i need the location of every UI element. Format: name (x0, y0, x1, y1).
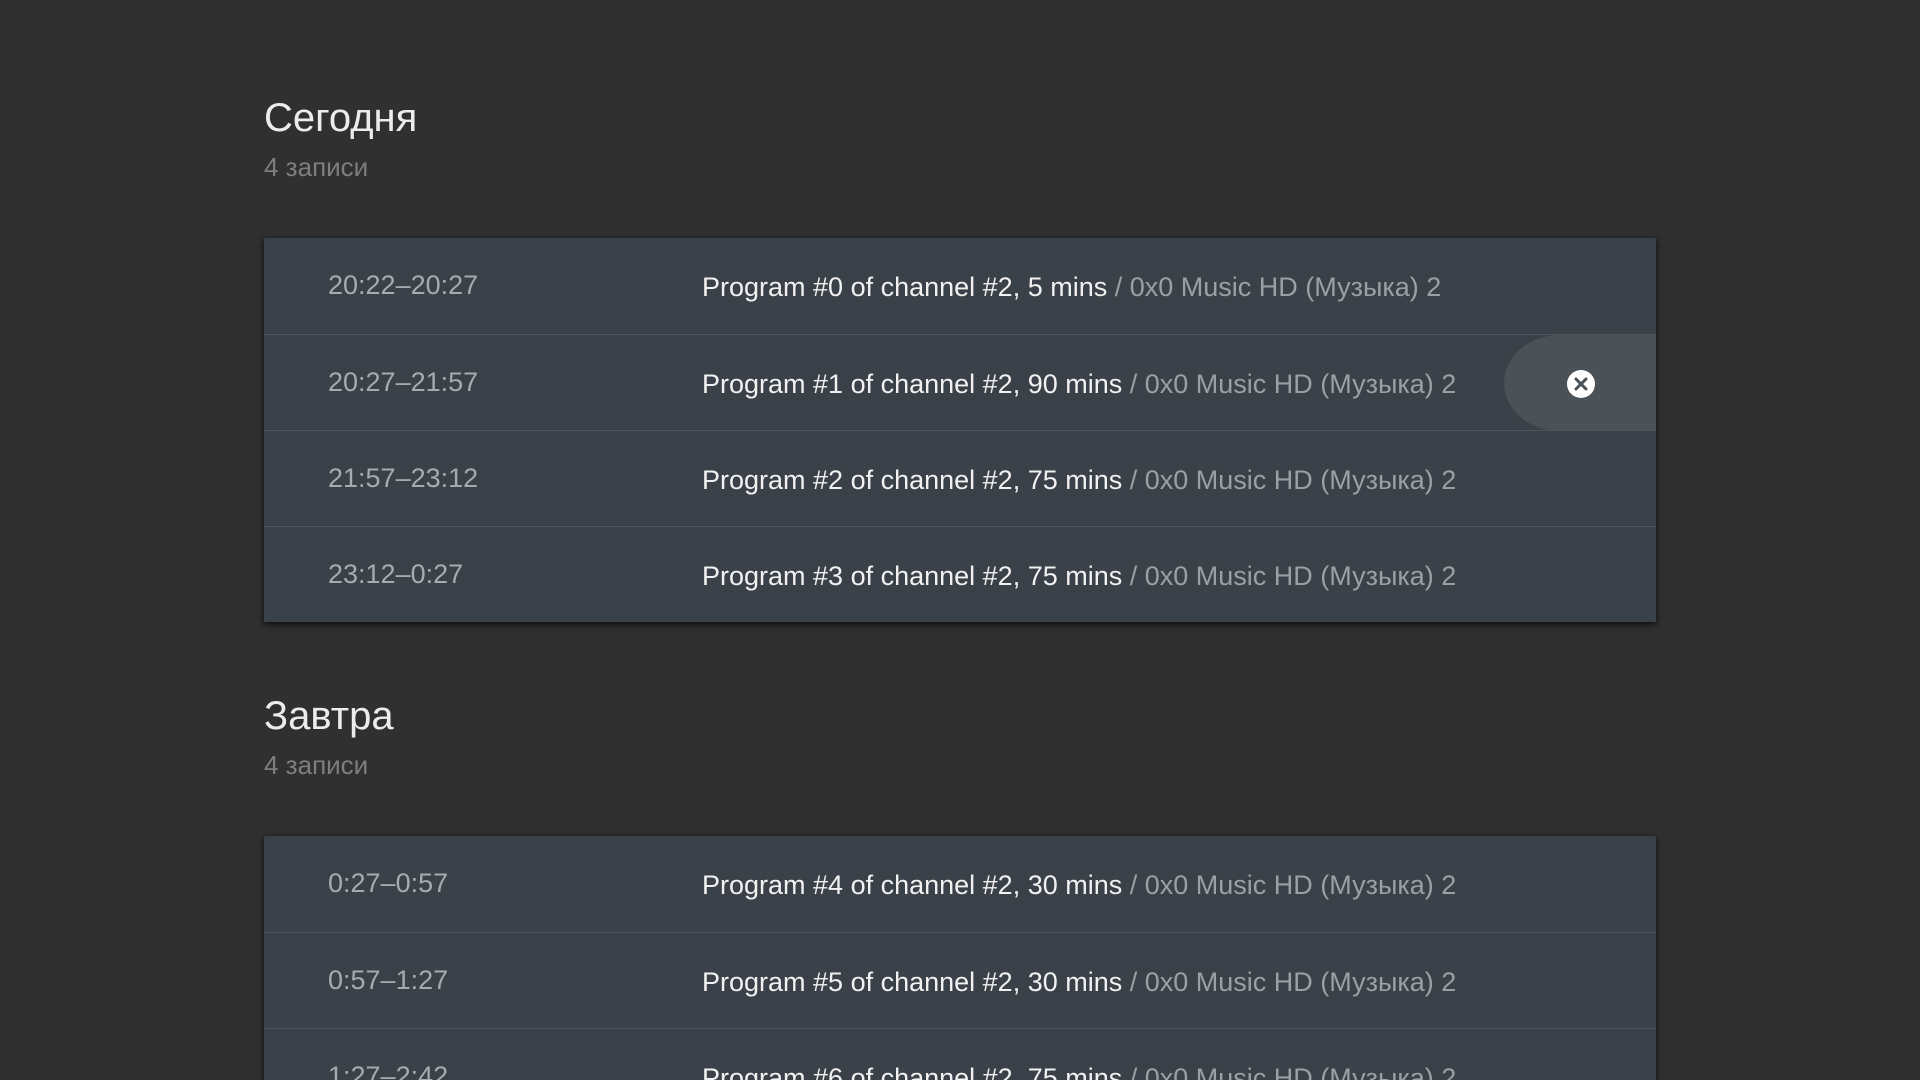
recordings-list: 20:22–20:27 Program #0 of channel #2, 5 … (264, 238, 1656, 622)
time-range: 21:57–23:12 (328, 463, 479, 493)
channel-name: 0x0 Music HD (Музыка) 2 (1144, 967, 1457, 997)
program-info: Program #1 of channel #2, 90 mins / 0x0 … (702, 367, 1456, 401)
list-item[interactable]: 20:22–20:27 Program #0 of channel #2, 5 … (264, 238, 1656, 334)
program-info: Program #5 of channel #2, 30 mins / 0x0 … (702, 965, 1456, 999)
separator: / (1107, 272, 1130, 302)
time-range: 20:27–21:57 (328, 367, 479, 397)
time-range: 0:27–0:57 (328, 868, 449, 898)
separator: / (1122, 1063, 1145, 1080)
channel-name: 0x0 Music HD (Музыка) 2 (1144, 465, 1457, 495)
separator: / (1122, 465, 1145, 495)
program-title: Program #1 of channel #2, 90 mins (702, 369, 1123, 399)
program-title: Program #0 of channel #2, 5 mins (702, 272, 1108, 302)
program-info: Program #2 of channel #2, 75 mins / 0x0 … (702, 463, 1456, 497)
time-range: 20:22–20:27 (328, 270, 479, 300)
separator: / (1122, 369, 1145, 399)
channel-name: 0x0 Music HD (Музыка) 2 (1144, 561, 1457, 591)
list-item[interactable]: 0:57–1:27 Program #5 of channel #2, 30 m… (264, 932, 1656, 1028)
section-count: 4 записи (264, 152, 369, 182)
section-title: Завтра (264, 694, 394, 738)
program-info: Program #4 of channel #2, 30 mins / 0x0 … (702, 868, 1456, 902)
list-item[interactable]: 21:57–23:12 Program #2 of channel #2, 75… (264, 430, 1656, 526)
close-circle-icon (1567, 370, 1595, 398)
program-title: Program #5 of channel #2, 30 mins (702, 967, 1123, 997)
separator: / (1122, 967, 1145, 997)
program-title: Program #4 of channel #2, 30 mins (702, 870, 1123, 900)
program-title: Program #3 of channel #2, 75 mins (702, 561, 1123, 591)
program-info: Program #6 of channel #2, 75 mins / 0x0 … (702, 1061, 1456, 1080)
list-item[interactable]: 20:27–21:57 Program #1 of channel #2, 90… (264, 334, 1656, 431)
section-title: Сегодня (264, 96, 418, 140)
channel-name: 0x0 Music HD (Музыка) 2 (1144, 870, 1457, 900)
program-info: Program #3 of channel #2, 75 mins / 0x0 … (702, 559, 1456, 593)
list-item[interactable]: 23:12–0:27 Program #3 of channel #2, 75 … (264, 526, 1656, 622)
channel-name: 0x0 Music HD (Музыка) 2 (1129, 272, 1442, 302)
section-count: 4 записи (264, 750, 369, 780)
section-tomorrow: Завтра 4 записи 0:27–0:57 Program #4 of … (264, 692, 1656, 1080)
channel-name: 0x0 Music HD (Музыка) 2 (1144, 369, 1457, 399)
recordings-page: Сегодня 4 записи 20:22–20:27 Program #0 … (0, 0, 1920, 1080)
program-title: Program #2 of channel #2, 75 mins (702, 465, 1123, 495)
list-item[interactable]: 1:27–2:42 Program #6 of channel #2, 75 m… (264, 1028, 1656, 1080)
recordings-list: 0:27–0:57 Program #4 of channel #2, 30 m… (264, 836, 1656, 1080)
time-range: 23:12–0:27 (328, 559, 464, 589)
channel-name: 0x0 Music HD (Музыка) 2 (1144, 1063, 1457, 1080)
time-range: 0:57–1:27 (328, 965, 449, 995)
separator: / (1122, 870, 1145, 900)
program-title: Program #6 of channel #2, 75 mins (702, 1063, 1123, 1080)
separator: / (1122, 561, 1145, 591)
time-range: 1:27–2:42 (328, 1061, 449, 1080)
program-info: Program #0 of channel #2, 5 mins / 0x0 M… (702, 270, 1441, 304)
list-item[interactable]: 0:27–0:57 Program #4 of channel #2, 30 m… (264, 836, 1656, 932)
delete-button[interactable] (1504, 335, 1656, 431)
